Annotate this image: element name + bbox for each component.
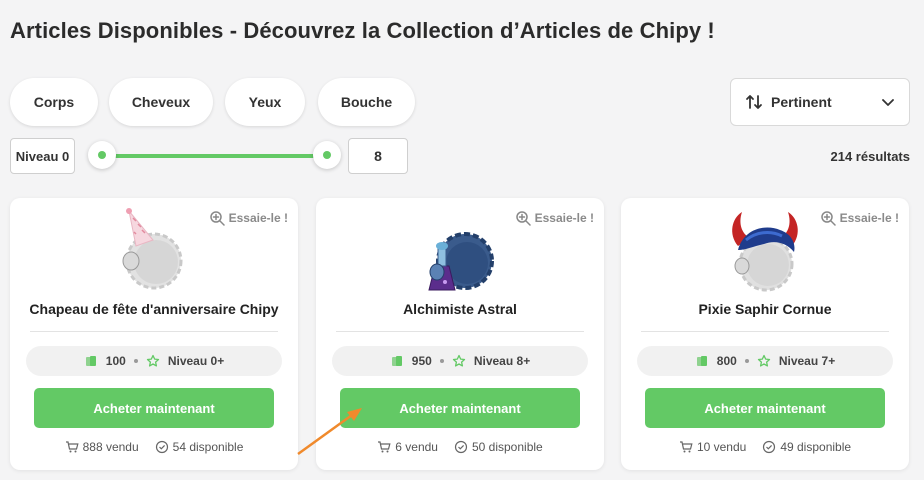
divider	[30, 331, 278, 332]
item-footer: 6 vendu 50 disponible	[316, 440, 604, 454]
item-name: Pixie Saphir Cornue	[698, 301, 832, 317]
item-footer: 10 vendu 49 disponible	[621, 440, 909, 454]
filter-label: Cheveux	[131, 94, 191, 110]
sort-dropdown[interactable]: Pertinent	[730, 78, 910, 126]
try-label: Essaie-le !	[534, 211, 594, 225]
level-slider-track[interactable]	[101, 154, 327, 158]
item-level: Niveau 7+	[778, 354, 836, 368]
try-label: Essaie-le !	[228, 211, 288, 225]
item-price: 100	[105, 354, 126, 368]
cart-icon	[378, 441, 391, 453]
product-card: Essaie-le ! Chapeau de fête d'anniversai…	[10, 198, 298, 470]
zoom-in-icon	[820, 211, 836, 226]
sort-label: Pertinent	[771, 94, 832, 110]
item-preview-image	[428, 232, 494, 291]
results-count: 214 résultats	[830, 149, 911, 164]
check-circle-icon	[763, 440, 776, 454]
separator-dot	[133, 359, 138, 363]
item-price: 800	[716, 354, 737, 368]
check-circle-icon	[155, 440, 168, 454]
filter-label: Yeux	[248, 94, 282, 110]
coin-icon	[391, 356, 402, 366]
available-count: 50 disponible	[471, 440, 543, 454]
try-it-button[interactable]: Essaie-le !	[515, 210, 594, 226]
zoom-in-icon	[515, 211, 531, 226]
available-count: 49 disponible	[780, 440, 852, 454]
buy-now-button[interactable]: Acheter maintenant	[645, 388, 885, 428]
item-level: Niveau 0+	[167, 354, 225, 368]
sort-icon	[746, 95, 762, 109]
level-slider-max-handle[interactable]	[313, 141, 341, 169]
item-stats: 950 Niveau 8+	[332, 346, 588, 376]
item-price: 950	[411, 354, 432, 368]
star-icon	[452, 354, 465, 367]
coin-icon	[85, 356, 96, 366]
item-level: Niveau 8+	[473, 354, 531, 368]
try-it-button[interactable]: Essaie-le !	[820, 210, 899, 226]
item-name: Chapeau de fête d'anniversaire Chipy	[29, 301, 279, 317]
star-icon	[757, 354, 770, 367]
level-max-input[interactable]: 8	[348, 138, 408, 174]
filter-yeux[interactable]: Yeux	[225, 78, 305, 126]
check-circle-icon	[454, 440, 468, 454]
divider	[641, 331, 889, 332]
cart-icon	[65, 441, 79, 453]
chevron-down-icon	[882, 99, 894, 106]
separator-dot	[744, 359, 749, 363]
page-title: Articles Disponibles - Découvrez la Coll…	[10, 18, 715, 43]
cart-icon	[679, 441, 693, 453]
filter-label: Bouche	[340, 94, 393, 110]
star-icon	[146, 354, 159, 367]
filter-corps[interactable]: Corps	[10, 78, 98, 126]
buy-now-button[interactable]: Acheter maintenant	[340, 388, 580, 428]
product-card: Essaie-le ! Alchimiste Astral 950 Niveau…	[316, 198, 604, 470]
level-slider-min-handle[interactable]	[88, 141, 116, 169]
item-stats: 100 Niveau 0+	[26, 346, 282, 376]
sold-count: 6 vendu	[395, 440, 438, 454]
try-it-button[interactable]: Essaie-le !	[209, 210, 288, 226]
item-stats: 800 Niveau 7+	[637, 346, 893, 376]
coin-icon	[696, 356, 707, 366]
item-preview-image	[732, 212, 798, 292]
try-label: Essaie-le !	[839, 211, 899, 225]
filter-bouche[interactable]: Bouche	[318, 78, 415, 126]
zoom-in-icon	[209, 211, 225, 226]
level-min-label: Niveau 0	[10, 138, 75, 174]
item-preview-image	[122, 208, 183, 290]
filter-cheveux[interactable]: Cheveux	[109, 78, 213, 126]
item-name: Alchimiste Astral	[403, 301, 517, 317]
divider	[336, 331, 584, 332]
product-card: Essaie-le ! Pixie Saphir Cornue 800 Nive…	[621, 198, 909, 470]
available-count: 54 disponible	[172, 440, 244, 454]
buy-now-button[interactable]: Acheter maintenant	[34, 388, 274, 428]
sold-count: 10 vendu	[696, 440, 747, 454]
sold-count: 888 vendu	[82, 440, 139, 454]
item-footer: 888 vendu 54 disponible	[10, 440, 298, 454]
separator-dot	[439, 359, 444, 363]
filter-label: Corps	[33, 94, 75, 110]
